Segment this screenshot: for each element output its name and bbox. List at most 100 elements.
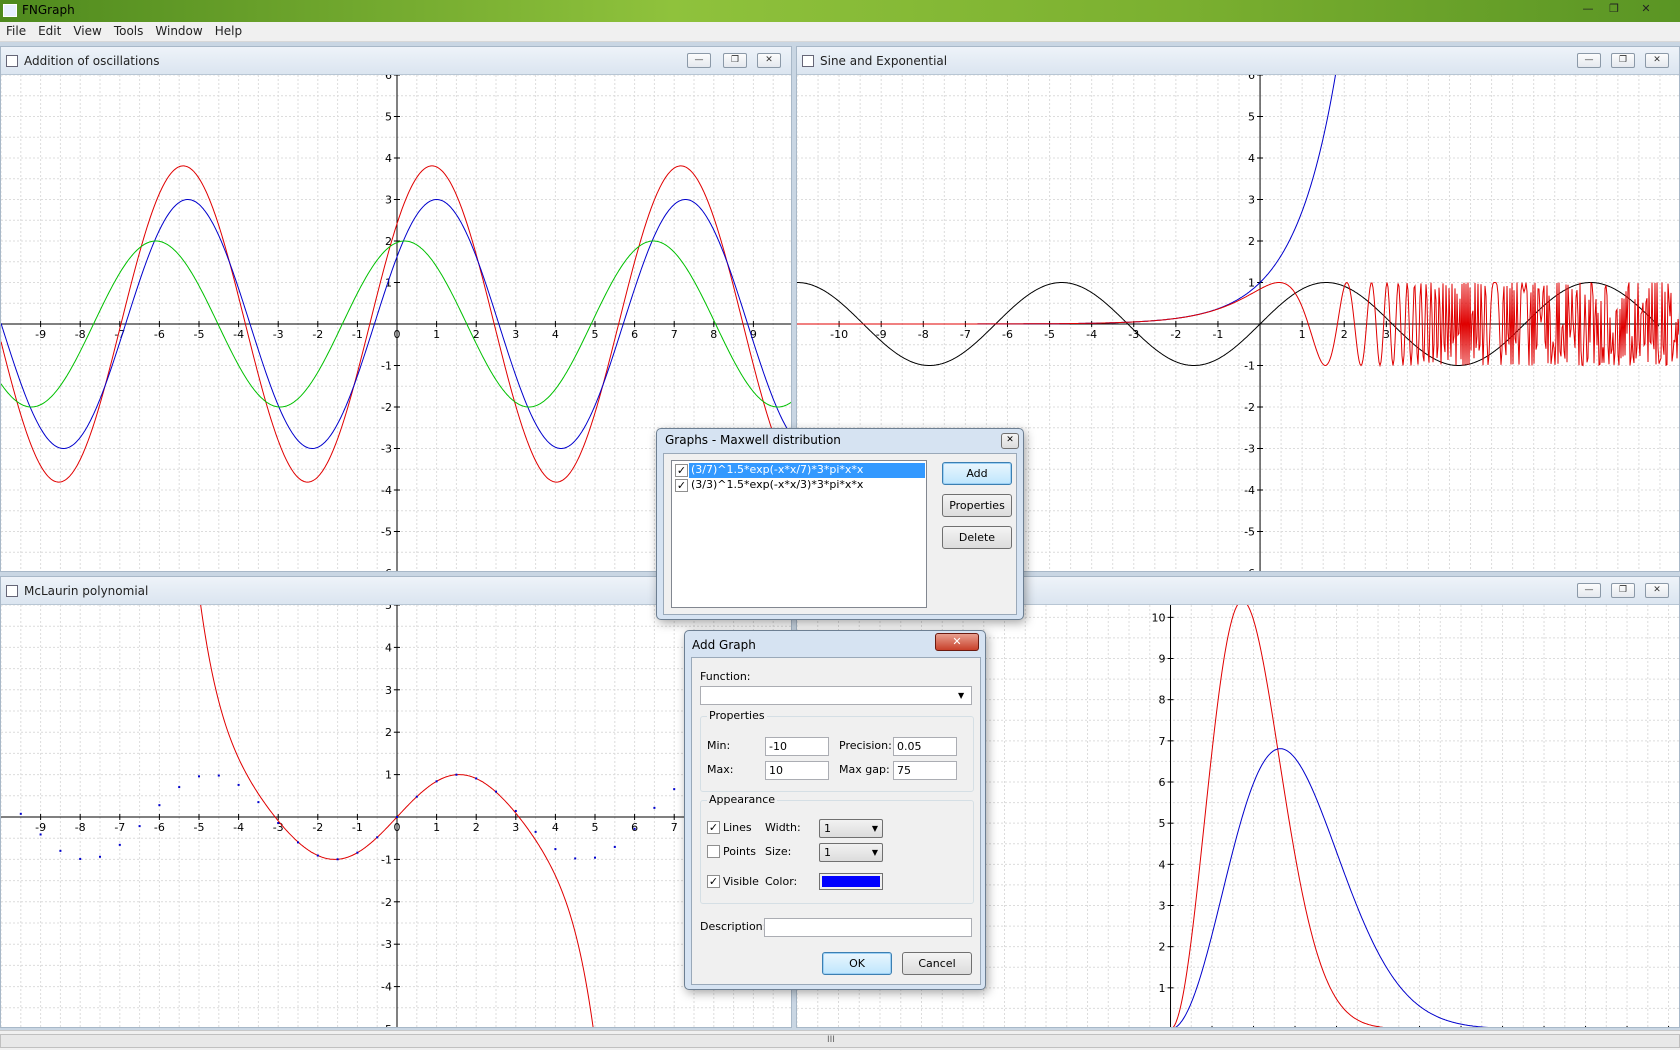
series-point: [653, 806, 656, 809]
color-picker[interactable]: [819, 873, 883, 890]
min-input[interactable]: -10: [765, 737, 829, 756]
window-title: Sine and Exponential: [820, 54, 948, 68]
series-point: [673, 788, 676, 791]
window-maximize-button[interactable]: ❐: [1611, 583, 1635, 598]
list-item[interactable]: ✓ (3/3)^1.5*exp(-x*x/3)*3*pi*x*x: [673, 478, 925, 493]
ok-button[interactable]: OK: [822, 952, 892, 975]
window-maximize-button[interactable]: ❐: [723, 53, 747, 68]
size-value: 1: [824, 846, 831, 859]
window-minimize-button[interactable]: —: [1577, 583, 1601, 598]
menu-window[interactable]: Window: [149, 22, 208, 38]
properties-group-title: Properties: [707, 709, 767, 722]
y-tick-label: 3: [385, 684, 392, 697]
y-tick-label: 2: [385, 726, 392, 739]
y-tick-label: 5: [385, 111, 392, 124]
plot-mclaurin[interactable]: -9-8-7-6-5-4-3-2-101234567-5-4-3-2-11234…: [1, 605, 792, 1028]
statusbar: III: [0, 1030, 1680, 1050]
function-label: Function:: [700, 670, 751, 683]
series-point: [118, 843, 121, 846]
menu-view[interactable]: View: [67, 22, 107, 38]
y-tick-label: 1: [1159, 982, 1166, 995]
app-titlebar: FNGraph — ❐ ✕: [0, 0, 1680, 22]
list-item[interactable]: ✓ (3/7)^1.5*exp(-x*x/7)*3*pi*x*x: [673, 463, 925, 478]
description-input[interactable]: [764, 918, 972, 937]
graph-icon: [802, 55, 814, 67]
y-tick-label: -3: [381, 443, 392, 456]
precision-input[interactable]: 0.05: [893, 737, 957, 756]
series-line: [1172, 605, 1385, 1027]
window-close-button[interactable]: ✕: [1645, 53, 1669, 68]
series-point: [574, 857, 577, 860]
visible-checkbox[interactable]: ✓: [707, 875, 720, 888]
add-button[interactable]: Add: [942, 462, 1012, 485]
y-tick-label: 1: [385, 769, 392, 782]
chevron-down-icon[interactable]: ▼: [958, 691, 964, 700]
window-close-button[interactable]: ✕: [757, 53, 781, 68]
app-icon: [3, 4, 17, 17]
x-tick-label: 2: [473, 821, 480, 834]
window-title: Addition of oscillations: [24, 54, 160, 68]
x-tick-label: -4: [233, 328, 244, 341]
width-label: Width:: [765, 821, 801, 834]
app-maximize-button[interactable]: ❐: [1604, 2, 1624, 17]
menu-help[interactable]: Help: [209, 22, 248, 38]
add-graph-title: Add Graph: [692, 638, 756, 652]
y-tick-label: 6: [1248, 75, 1255, 82]
lines-checkbox[interactable]: ✓: [707, 821, 720, 834]
y-tick-label: 4: [1248, 152, 1255, 165]
properties-group: Properties Min: -10 Precision: 0.05 Max:…: [700, 709, 974, 792]
y-tick-label: -2: [381, 896, 392, 909]
color-swatch: [822, 876, 880, 887]
window-maximize-button[interactable]: ❐: [1611, 53, 1635, 68]
x-tick-label: 4: [552, 328, 559, 341]
app-close-button[interactable]: ✕: [1636, 2, 1656, 17]
size-select[interactable]: 1 ▼: [819, 843, 883, 862]
graphs-list[interactable]: ✓ (3/7)^1.5*exp(-x*x/7)*3*pi*x*x ✓ (3/3)…: [671, 460, 927, 608]
max-input[interactable]: 10: [765, 761, 829, 780]
y-tick-label: -4: [381, 484, 392, 497]
series-point: [475, 777, 478, 780]
x-tick-label: -5: [1044, 328, 1055, 341]
graph-visible-checkbox[interactable]: ✓: [675, 464, 688, 477]
y-tick-label: -3: [1244, 443, 1255, 456]
menu-edit[interactable]: Edit: [32, 22, 67, 38]
graph-visible-checkbox[interactable]: ✓: [675, 479, 688, 492]
points-checkbox[interactable]: [707, 845, 720, 858]
app-minimize-button[interactable]: —: [1578, 2, 1598, 17]
properties-button[interactable]: Properties: [942, 494, 1012, 517]
series-point: [633, 827, 636, 830]
x-tick-label: 3: [512, 821, 519, 834]
series-point: [19, 812, 22, 815]
series-point: [237, 783, 240, 786]
y-tick-label: 3: [385, 194, 392, 207]
delete-button[interactable]: Delete: [942, 526, 1012, 549]
add-graph-close-button[interactable]: ✕: [935, 633, 979, 651]
add-graph-dialog: Add Graph ✕ Function: ▼ Properties Min: …: [684, 630, 986, 990]
series-point: [396, 816, 398, 818]
series-point: [495, 790, 497, 793]
maxgap-input[interactable]: 75: [893, 761, 957, 780]
menu-file[interactable]: File: [0, 22, 32, 38]
window-minimize-button[interactable]: —: [1577, 53, 1601, 68]
series-point: [554, 848, 557, 851]
x-tick-label: 3: [512, 328, 519, 341]
scrollbar-grip-icon[interactable]: III: [827, 1035, 835, 1045]
cancel-button[interactable]: Cancel: [902, 952, 972, 975]
menu-tools[interactable]: Tools: [108, 22, 150, 38]
x-tick-label: -9: [876, 328, 887, 341]
x-tick-label: 0: [394, 821, 401, 834]
window-close-button[interactable]: ✕: [1645, 583, 1669, 598]
function-input[interactable]: [700, 686, 972, 705]
max-label: Max:: [707, 763, 734, 776]
graphs-dialog-close-button[interactable]: ✕: [1001, 433, 1019, 449]
width-select[interactable]: 1 ▼: [819, 819, 883, 838]
y-tick-label: 3: [1159, 900, 1166, 913]
series-point: [336, 858, 339, 861]
series-point: [514, 810, 517, 813]
series-point: [257, 801, 260, 804]
chevron-down-icon: ▼: [871, 824, 878, 833]
window-minimize-button[interactable]: —: [687, 53, 711, 68]
horizontal-scrollbar[interactable]: III: [0, 1034, 1680, 1048]
y-tick-label: 4: [1159, 858, 1166, 871]
color-label: Color:: [765, 875, 798, 888]
